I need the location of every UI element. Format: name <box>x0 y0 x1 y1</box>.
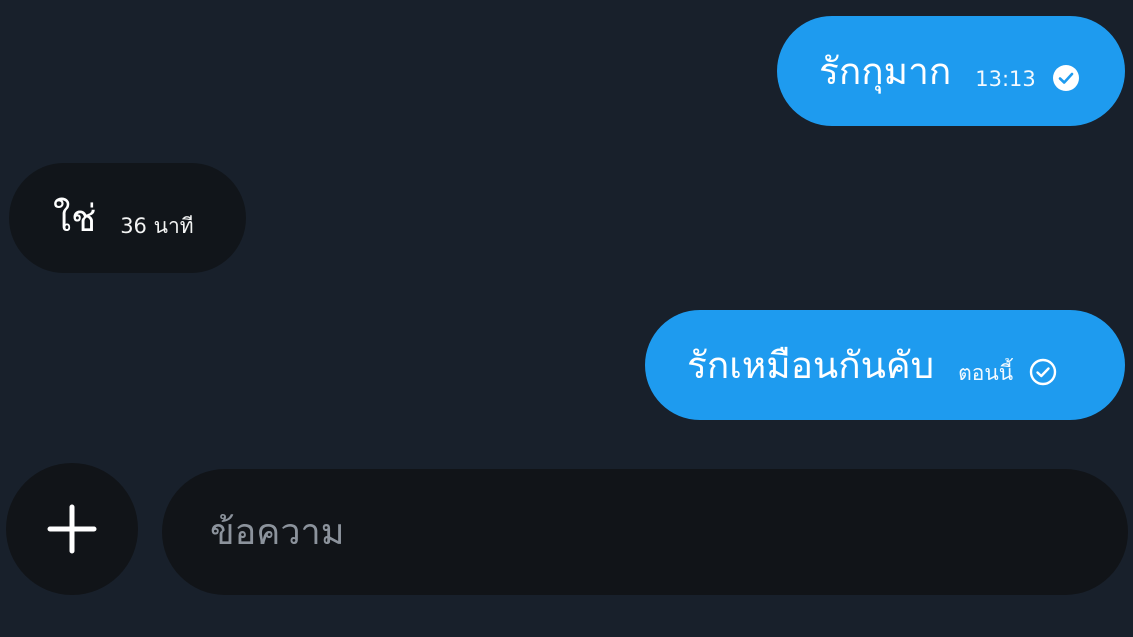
incoming-message-bubble[interactable]: ใช่ 36 นาที <box>9 163 246 273</box>
plus-icon <box>47 504 97 554</box>
outgoing-message-bubble[interactable]: รักกุมาก 13:13 <box>777 16 1125 126</box>
sent-check-outline-icon <box>1029 358 1057 386</box>
message-composer <box>162 469 1128 595</box>
message-time: 36 นาที <box>120 213 194 238</box>
message-time: ตอนนี้ <box>958 360 1014 385</box>
message-text: รักเหมือนกันคับ <box>687 343 935 387</box>
message-time: 13:13 <box>975 67 1036 91</box>
read-check-filled-icon <box>1052 65 1079 91</box>
message-text: รักกุมาก <box>819 49 952 93</box>
message-input[interactable] <box>210 511 1070 553</box>
message-text: ใช่ <box>53 196 97 240</box>
add-attachment-button[interactable] <box>6 463 138 595</box>
outgoing-message-bubble[interactable]: รักเหมือนกันคับ ตอนนี้ <box>645 310 1125 420</box>
